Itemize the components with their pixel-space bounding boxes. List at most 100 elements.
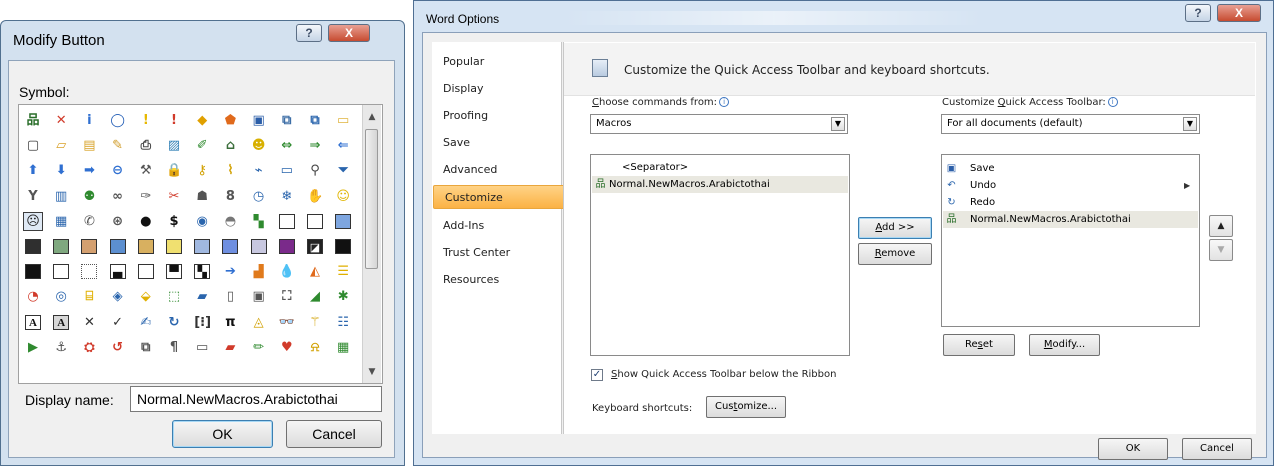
show-below-ribbon-checkbox[interactable]: ✓ — [591, 369, 603, 381]
symbol-cubes-icon[interactable]: ⬚ — [163, 286, 185, 307]
symbol-eye-icon[interactable]: ◉ — [191, 211, 213, 232]
symbol-dollar-icon[interactable]: $ — [163, 211, 185, 232]
symbol-sqo-icon[interactable] — [135, 261, 157, 282]
nav-item-save[interactable]: Save — [432, 131, 561, 155]
nav-item-advanced[interactable]: Advanced — [432, 158, 561, 182]
symbol-fedit-icon[interactable]: ✎ — [107, 135, 129, 156]
symbol-warn-icon[interactable]: ! — [135, 110, 157, 131]
symbol-sq-icon[interactable] — [22, 236, 44, 257]
symbol-clock-icon[interactable]: ◷ — [248, 186, 270, 207]
cancel-button[interactable]: Cancel — [286, 420, 382, 448]
customize-qat-select[interactable]: For all documents (default) ▼ — [941, 114, 1200, 134]
symbol-sq-icon[interactable]: ◪ — [304, 236, 326, 257]
wo-close-button[interactable]: X — [1217, 4, 1261, 22]
symbol-user-icon[interactable]: ☗ — [191, 186, 213, 207]
symbol-funnel-icon[interactable]: Y — [22, 186, 44, 207]
symbol-brush-icon[interactable]: ⌁ — [248, 160, 270, 181]
symbol-play-icon[interactable]: ▶ — [22, 337, 44, 358]
symbol-fopen-icon[interactable]: ▱ — [50, 135, 72, 156]
symbol-bell-icon[interactable]: ⍾ — [304, 337, 326, 358]
move-up-button[interactable]: ▲ — [1209, 215, 1233, 237]
symbol-back-icon[interactable]: ⊖ — [107, 160, 129, 181]
symbol-page-icon[interactable]: ▢ — [22, 135, 44, 156]
symbol-shadow-icon[interactable]: ◓ — [219, 211, 241, 232]
symbol-dia-icon[interactable]: ◆ — [191, 110, 213, 131]
list-item[interactable]: <Separator> — [592, 159, 848, 176]
symbol-sqw2-icon[interactable] — [304, 211, 326, 232]
info-icon[interactable]: i — [719, 97, 730, 107]
reset-button[interactable]: Reset — [943, 334, 1015, 356]
symbol-bars-icon[interactable]: ☰ — [332, 261, 354, 282]
symbol-drop-icon[interactable]: 💧 — [276, 261, 298, 282]
symbol-ball-icon[interactable]: ● — [135, 211, 157, 232]
symbol-cyl-icon[interactable]: ⌸ — [78, 286, 100, 307]
symbol-down-icon[interactable]: ⬇ — [50, 160, 72, 181]
scroll-thumb[interactable] — [365, 129, 378, 269]
symbol-right-icon[interactable]: ➡ — [78, 160, 100, 181]
symbol-up-icon[interactable]: ⬆ — [22, 160, 44, 181]
list-item[interactable]: ↻ Redo — [943, 194, 1198, 211]
symbol-film-icon[interactable]: ⛶ — [276, 286, 298, 307]
symbol-tiles-icon[interactable]: ▚ — [248, 211, 270, 232]
symbol-x-icon[interactable]: ✕ — [78, 312, 100, 333]
symbol-shield-icon[interactable]: ⬟ — [219, 110, 241, 131]
symbol-heart-icon[interactable]: ♥ — [276, 337, 298, 358]
customize-shortcuts-button[interactable]: Customize... — [706, 396, 786, 418]
symbol-s8-icon[interactable]: 8 — [219, 186, 241, 207]
symbol-pilcrow-icon[interactable]: ¶ — [163, 337, 185, 358]
symbol-binoc-icon[interactable]: 👓 — [276, 312, 298, 333]
symbol-pages-icon[interactable]: ▤ — [78, 135, 100, 156]
symbol-sq-icon[interactable] — [50, 236, 72, 257]
symbol-info-icon[interactable]: i — [78, 110, 100, 131]
symbol-home-icon[interactable]: ⌂ — [219, 135, 241, 156]
symbol-wand-icon[interactable]: ⚚ — [304, 312, 326, 333]
symbol-arrR-icon[interactable]: ⇒ — [304, 135, 326, 156]
symbol-snow-icon[interactable]: ❄ — [276, 186, 298, 207]
symbol-refresh-icon[interactable]: ↻ — [163, 312, 185, 333]
symbol-people-icon[interactable]: ⚉ — [78, 186, 100, 207]
modify-button[interactable]: Modify... — [1029, 334, 1100, 356]
symbol-bang-icon[interactable]: ! — [163, 110, 185, 131]
move-down-button[interactable]: ▼ — [1209, 239, 1233, 261]
symbol-share-icon[interactable]: ⛭ — [78, 337, 100, 358]
symbol-sad-icon[interactable]: ☹ — [22, 211, 44, 232]
symbol-chart-icon[interactable]: ▟ — [248, 261, 270, 282]
symbol-smile-icon[interactable]: ☻ — [248, 135, 270, 156]
symbol-draw-icon[interactable]: ⌇ — [219, 160, 241, 181]
ok-button[interactable]: OK — [172, 420, 273, 448]
symbol-star-icon[interactable]: ✱ — [332, 286, 354, 307]
symbol-copy2-icon[interactable]: ⧉ — [135, 337, 157, 358]
symbol-fill-icon[interactable]: ◬ — [248, 312, 270, 333]
symbol-list-icon[interactable]: ☷ — [332, 312, 354, 333]
nav-item-customize[interactable]: Customize — [433, 185, 571, 209]
symbol-sq-icon[interactable] — [107, 236, 129, 257]
remove-button[interactable]: Remove — [858, 243, 932, 265]
symbol-area-icon[interactable]: ◭ — [304, 261, 326, 282]
symbol-print-icon[interactable]: ⎙ — [135, 135, 157, 156]
symbol-calc-icon[interactable]: ▦ — [50, 211, 72, 232]
symbol-cube-icon[interactable]: ◈ — [107, 286, 129, 307]
symbol-donut-icon[interactable]: ◎ — [50, 286, 72, 307]
symbol-photo-icon[interactable]: ▣ — [248, 286, 270, 307]
symbol-eraser-icon[interactable]: ▰ — [219, 337, 241, 358]
list-item[interactable]: 品 Normal.NewMacros.Arabictothai — [592, 176, 848, 193]
nav-item-resources[interactable]: Resources — [432, 268, 561, 292]
symbol-sq-icon[interactable] — [135, 236, 157, 257]
symbol-sq-icon[interactable] — [248, 236, 270, 257]
symbol-A2-icon[interactable]: A — [50, 312, 72, 333]
show-below-ribbon-label[interactable]: Show Quick Access Toolbar below the Ribb… — [611, 369, 836, 380]
symbol-coin-icon[interactable]: ⊛ — [107, 211, 129, 232]
symbol-sq-icon[interactable] — [22, 261, 44, 282]
symbol-zoom-icon[interactable]: ⚲ — [304, 160, 326, 181]
symbol-paste-icon[interactable]: ⧉ — [304, 110, 326, 131]
chevron-down-icon[interactable]: ▼ — [1183, 117, 1197, 131]
symbol-sq-icon[interactable] — [332, 236, 354, 257]
symbol-book-icon[interactable]: ▥ — [50, 186, 72, 207]
symbol-phone-icon[interactable]: ✆ — [78, 211, 100, 232]
symbol-surface-icon[interactable]: ▰ — [191, 286, 213, 307]
symbol-err-icon[interactable]: ✕ — [50, 110, 72, 131]
add-button[interactable]: Add >> — [858, 217, 932, 239]
symbol-dotted-icon[interactable] — [78, 261, 100, 282]
scroll-down-icon[interactable]: ▼ — [367, 367, 377, 377]
symbol-check-icon[interactable]: ✓ — [107, 312, 129, 333]
